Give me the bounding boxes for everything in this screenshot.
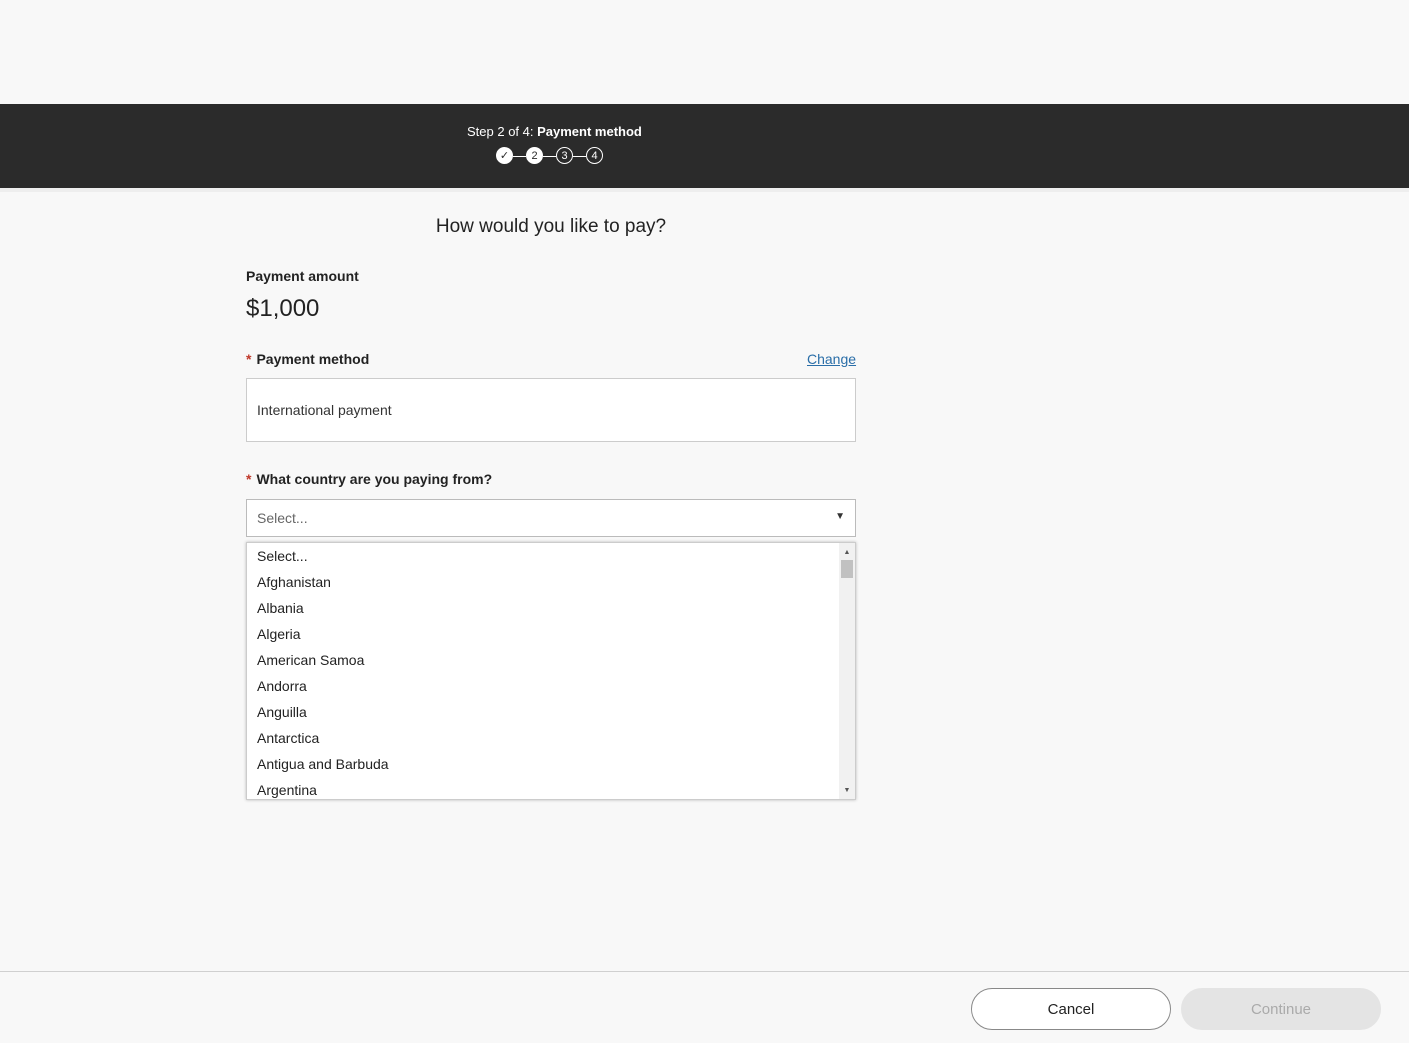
- scroll-down-arrow-icon[interactable]: ▼: [839, 783, 855, 797]
- scroll-up-arrow-icon[interactable]: ▲: [839, 545, 855, 559]
- country-option[interactable]: Anguilla: [247, 699, 840, 725]
- required-marker: *: [246, 471, 252, 487]
- country-option[interactable]: Antarctica: [247, 725, 840, 751]
- country-option[interactable]: Afghanistan: [247, 569, 840, 595]
- header-shadow: [0, 188, 1409, 192]
- dropdown-scrollbar[interactable]: ▲ ▼: [839, 543, 855, 799]
- payment-amount-label: Payment amount: [246, 268, 359, 284]
- step-2-dot: 2: [526, 147, 543, 164]
- cancel-button[interactable]: Cancel: [971, 988, 1171, 1030]
- step-indicator-text: Step 2 of 4: Payment method: [467, 124, 642, 139]
- step-name: Payment method: [537, 124, 642, 139]
- footer-divider: [0, 971, 1409, 972]
- country-option[interactable]: Albania: [247, 595, 840, 621]
- country-option[interactable]: American Samoa: [247, 647, 840, 673]
- payment-amount-value: $1,000: [246, 295, 320, 322]
- scroll-thumb[interactable]: [841, 560, 853, 578]
- payment-method-label: Payment method: [256, 351, 370, 367]
- country-dropdown-list[interactable]: Select... Afghanistan Albania Algeria Am…: [246, 542, 856, 800]
- stepper: ✓ 2 3 4: [496, 147, 611, 167]
- caret-down-icon: ▼: [835, 511, 845, 522]
- payment-method-value: International payment: [257, 402, 392, 418]
- country-option[interactable]: Select...: [247, 543, 840, 569]
- step-4-dot: 4: [586, 147, 603, 164]
- country-select-value: Select...: [257, 510, 308, 526]
- country-options: Select... Afghanistan Albania Algeria Am…: [247, 543, 840, 799]
- progress-header: [0, 104, 1409, 188]
- required-marker: *: [246, 351, 252, 367]
- payment-method-field: International payment: [246, 378, 856, 442]
- step-prefix: Step 2 of 4:: [467, 124, 538, 139]
- country-label-row: * What country are you paying from?: [246, 471, 492, 487]
- stepper-connector: [543, 156, 556, 157]
- country-option[interactable]: Andorra: [247, 673, 840, 699]
- step-3-dot: 3: [556, 147, 573, 164]
- stepper-connector: [513, 156, 526, 157]
- page-title: How would you like to pay?: [435, 216, 667, 237]
- country-option[interactable]: Argentina: [247, 777, 840, 799]
- country-option[interactable]: Antigua and Barbuda: [247, 751, 840, 777]
- payment-method-label-row: * Payment method: [246, 351, 369, 367]
- country-select[interactable]: Select... ▼: [246, 499, 856, 537]
- country-label: What country are you paying from?: [256, 471, 493, 487]
- step-1-check-icon: ✓: [496, 147, 513, 164]
- country-option[interactable]: Algeria: [247, 621, 840, 647]
- continue-button[interactable]: Continue: [1181, 988, 1381, 1030]
- change-payment-method-link[interactable]: Change: [807, 351, 856, 367]
- stepper-connector: [573, 156, 586, 157]
